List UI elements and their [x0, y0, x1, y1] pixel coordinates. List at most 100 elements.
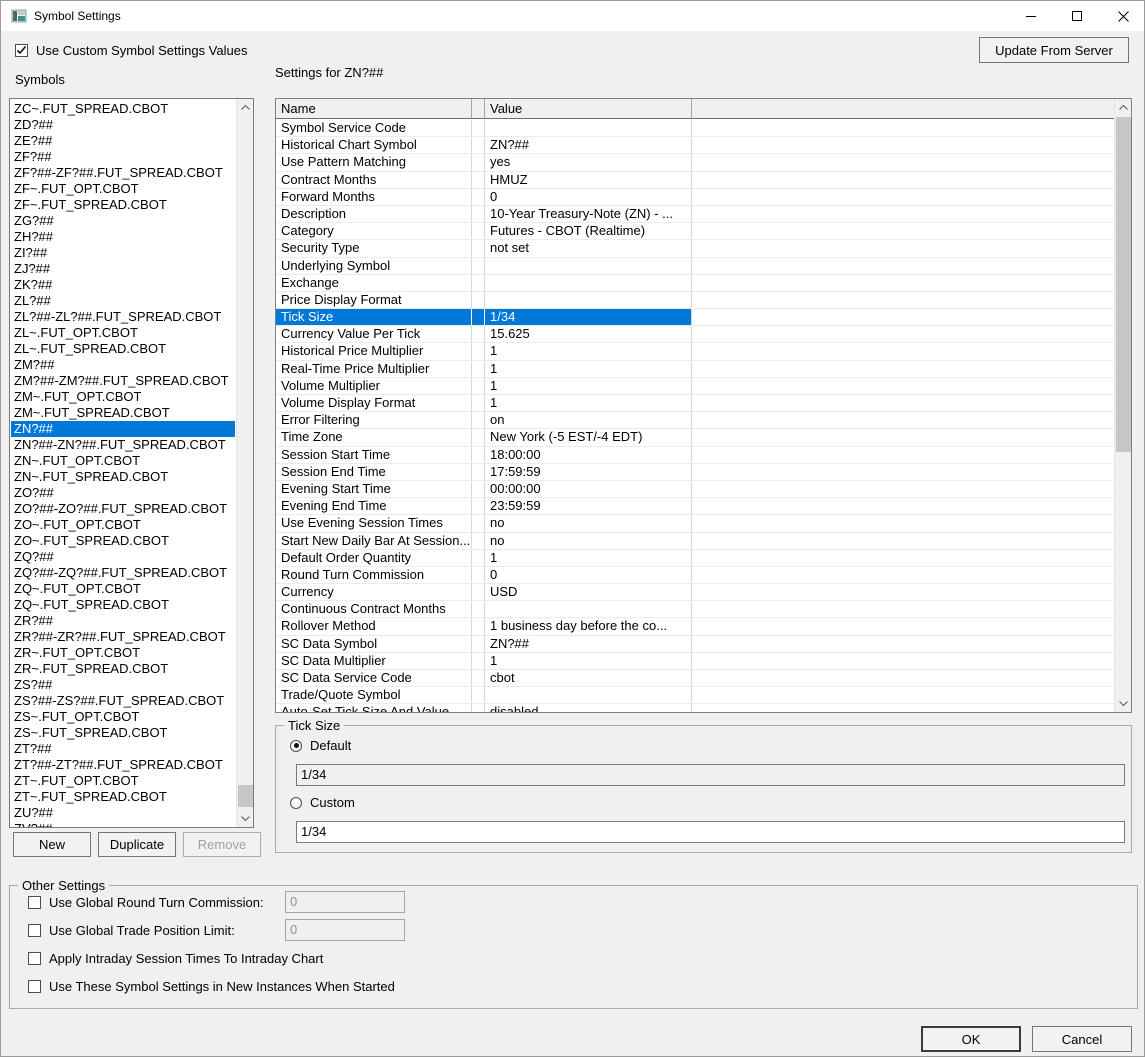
- symbol-list-item[interactable]: ZK?##: [11, 277, 235, 293]
- symbol-list-item[interactable]: ZL?##-ZL?##.FUT_SPREAD.CBOT: [11, 309, 235, 325]
- settings-row[interactable]: SC Data Service Code cbot: [276, 670, 1114, 688]
- column-header-name[interactable]: Name: [276, 99, 472, 118]
- symbol-list-item[interactable]: ZO~.FUT_OPT.CBOT: [11, 517, 235, 533]
- scroll-up-icon[interactable]: [237, 99, 253, 116]
- settings-row[interactable]: Real-Time Price Multiplier 1: [276, 360, 1114, 378]
- settings-row[interactable]: Use Evening Session Times no: [276, 515, 1114, 533]
- new-button[interactable]: New: [13, 832, 91, 857]
- settings-row[interactable]: Security Type not set: [276, 240, 1114, 258]
- global-round-turn-commission-checkbox[interactable]: Use Global Round Turn Commission:: [28, 895, 264, 910]
- symbol-list-item[interactable]: ZN?##: [11, 421, 235, 437]
- symbol-list-item[interactable]: ZM~.FUT_OPT.CBOT: [11, 389, 235, 405]
- symbol-list-item[interactable]: ZS?##-ZS?##.FUT_SPREAD.CBOT: [11, 693, 235, 709]
- use-custom-settings-checkbox[interactable]: Use Custom Symbol Settings Values: [15, 43, 247, 58]
- symbol-list-item[interactable]: ZS~.FUT_OPT.CBOT: [11, 709, 235, 725]
- settings-row[interactable]: Contract Months HMUZ: [276, 171, 1114, 189]
- symbol-list-item[interactable]: ZR~.FUT_SPREAD.CBOT: [11, 661, 235, 677]
- settings-row[interactable]: Underlying Symbol: [276, 257, 1114, 275]
- scroll-down-icon[interactable]: [237, 810, 253, 827]
- custom-tick-size-field[interactable]: 1/34: [296, 821, 1125, 843]
- settings-row[interactable]: Evening Start Time 00:00:00: [276, 480, 1114, 499]
- symbol-list-item[interactable]: ZU?##: [11, 805, 235, 821]
- settings-row[interactable]: Start New Daily Bar At Session... no: [276, 532, 1114, 550]
- symbol-list-item[interactable]: ZO?##: [11, 485, 235, 501]
- symbol-list-item[interactable]: ZT?##-ZT?##.FUT_SPREAD.CBOT: [11, 757, 235, 773]
- table-scroll-up-icon[interactable]: [1115, 99, 1131, 116]
- symbols-scrollbar-thumb[interactable]: [238, 785, 253, 807]
- table-scrollbar-thumb[interactable]: [1116, 117, 1131, 452]
- settings-row[interactable]: Forward Months 0: [276, 188, 1114, 206]
- symbol-list-item[interactable]: ZF~.FUT_OPT.CBOT: [11, 181, 235, 197]
- symbol-list-item[interactable]: ZC~.FUT_SPREAD.CBOT: [11, 101, 235, 117]
- settings-row[interactable]: Historical Price Multiplier 1: [276, 343, 1114, 361]
- cancel-button[interactable]: Cancel: [1032, 1026, 1132, 1052]
- settings-row[interactable]: Auto-Set Tick Size And Value disabled: [276, 704, 1114, 712]
- settings-row[interactable]: Trade/Quote Symbol: [276, 687, 1114, 705]
- symbol-list-item[interactable]: ZM?##-ZM?##.FUT_SPREAD.CBOT: [11, 373, 235, 389]
- settings-row[interactable]: Volume Multiplier 1: [276, 377, 1114, 395]
- minimize-button[interactable]: [1008, 1, 1054, 31]
- symbol-list-item[interactable]: ZE?##: [11, 133, 235, 149]
- use-settings-in-new-instances-checkbox[interactable]: Use These Symbol Settings in New Instanc…: [28, 979, 395, 994]
- table-scrollbar[interactable]: [1114, 99, 1131, 712]
- apply-intraday-session-times-checkbox[interactable]: Apply Intraday Session Times To Intraday…: [28, 951, 323, 966]
- settings-row[interactable]: Category Futures - CBOT (Realtime): [276, 223, 1114, 241]
- default-tick-size-field[interactable]: 1/34: [296, 764, 1125, 786]
- settings-row[interactable]: Error Filtering on: [276, 412, 1114, 430]
- symbol-list-item[interactable]: ZM~.FUT_SPREAD.CBOT: [11, 405, 235, 421]
- custom-radio[interactable]: Custom: [290, 795, 355, 810]
- symbol-list-item[interactable]: ZR?##: [11, 613, 235, 629]
- symbol-list-item[interactable]: ZJ?##: [11, 261, 235, 277]
- symbol-list-item[interactable]: ZT~.FUT_OPT.CBOT: [11, 773, 235, 789]
- settings-row[interactable]: Currency Value Per Tick 15.625: [276, 326, 1114, 344]
- update-from-server-button[interactable]: Update From Server: [979, 37, 1129, 63]
- settings-row[interactable]: Tick Size 1/34: [276, 309, 1114, 327]
- settings-row[interactable]: Price Display Format: [276, 291, 1114, 310]
- settings-row[interactable]: Round Turn Commission 0: [276, 566, 1114, 585]
- duplicate-button[interactable]: Duplicate: [98, 832, 176, 857]
- symbol-list-item[interactable]: ZQ?##-ZQ?##.FUT_SPREAD.CBOT: [11, 565, 235, 581]
- symbol-list-item[interactable]: ZN~.FUT_SPREAD.CBOT: [11, 469, 235, 485]
- symbol-list-item[interactable]: ZH?##: [11, 229, 235, 245]
- symbol-list-item[interactable]: ZQ~.FUT_OPT.CBOT: [11, 581, 235, 597]
- symbol-list-item[interactable]: ZL~.FUT_OPT.CBOT: [11, 325, 235, 341]
- settings-row[interactable]: Historical Chart Symbol ZN?##: [276, 137, 1114, 155]
- symbol-list-item[interactable]: ZO?##-ZO?##.FUT_SPREAD.CBOT: [11, 501, 235, 517]
- settings-row[interactable]: SC Data Symbol ZN?##: [276, 635, 1114, 653]
- settings-row[interactable]: Continuous Contract Months: [276, 601, 1114, 619]
- settings-row[interactable]: Time Zone New York (-5 EST/-4 EDT): [276, 429, 1114, 447]
- settings-row[interactable]: Volume Display Format 1: [276, 395, 1114, 413]
- settings-row[interactable]: Evening End Time 23:59:59: [276, 498, 1114, 516]
- symbol-list-item[interactable]: ZG?##: [11, 213, 235, 229]
- symbol-list-item[interactable]: ZT?##: [11, 741, 235, 757]
- symbol-list-item[interactable]: ZV?##: [11, 821, 235, 827]
- symbol-list-item[interactable]: ZN?##-ZN?##.FUT_SPREAD.CBOT: [11, 437, 235, 453]
- settings-row[interactable]: Description 10-Year Treasury-Note (ZN) -…: [276, 205, 1114, 224]
- settings-row[interactable]: Session End Time 17:59:59: [276, 463, 1114, 481]
- symbol-list-item[interactable]: ZR~.FUT_OPT.CBOT: [11, 645, 235, 661]
- symbol-list-item[interactable]: ZI?##: [11, 245, 235, 261]
- symbol-list-item[interactable]: ZF?##-ZF?##.FUT_SPREAD.CBOT: [11, 165, 235, 181]
- symbols-list[interactable]: ZC~.FUT_SPREAD.CBOT ZD?## ZE?## ZF?## ZF…: [9, 98, 254, 828]
- settings-row[interactable]: Rollover Method 1 business day before th…: [276, 618, 1114, 636]
- symbol-list-item[interactable]: ZR?##-ZR?##.FUT_SPREAD.CBOT: [11, 629, 235, 645]
- symbol-list-item[interactable]: ZF?##: [11, 149, 235, 165]
- settings-row[interactable]: SC Data Multiplier 1: [276, 652, 1114, 670]
- column-header-value[interactable]: Value: [485, 99, 692, 118]
- settings-row[interactable]: Default Order Quantity 1: [276, 549, 1114, 567]
- symbol-list-item[interactable]: ZF~.FUT_SPREAD.CBOT: [11, 197, 235, 213]
- symbol-list-item[interactable]: ZT~.FUT_SPREAD.CBOT: [11, 789, 235, 805]
- symbol-list-item[interactable]: ZS~.FUT_SPREAD.CBOT: [11, 725, 235, 741]
- settings-row[interactable]: Session Start Time 18:00:00: [276, 446, 1114, 464]
- ok-button[interactable]: OK: [921, 1026, 1021, 1052]
- symbol-list-item[interactable]: ZL?##: [11, 293, 235, 309]
- settings-table[interactable]: Name Value Symbol Service Code Historica…: [275, 98, 1132, 713]
- close-button[interactable]: [1100, 1, 1144, 31]
- settings-row[interactable]: Currency USD: [276, 584, 1114, 602]
- settings-row[interactable]: Symbol Service Code: [276, 120, 1114, 138]
- default-radio[interactable]: Default: [290, 738, 351, 753]
- maximize-button[interactable]: [1054, 1, 1100, 31]
- symbol-list-item[interactable]: ZN~.FUT_OPT.CBOT: [11, 453, 235, 469]
- settings-row[interactable]: Exchange: [276, 274, 1114, 292]
- settings-row[interactable]: Use Pattern Matching yes: [276, 154, 1114, 172]
